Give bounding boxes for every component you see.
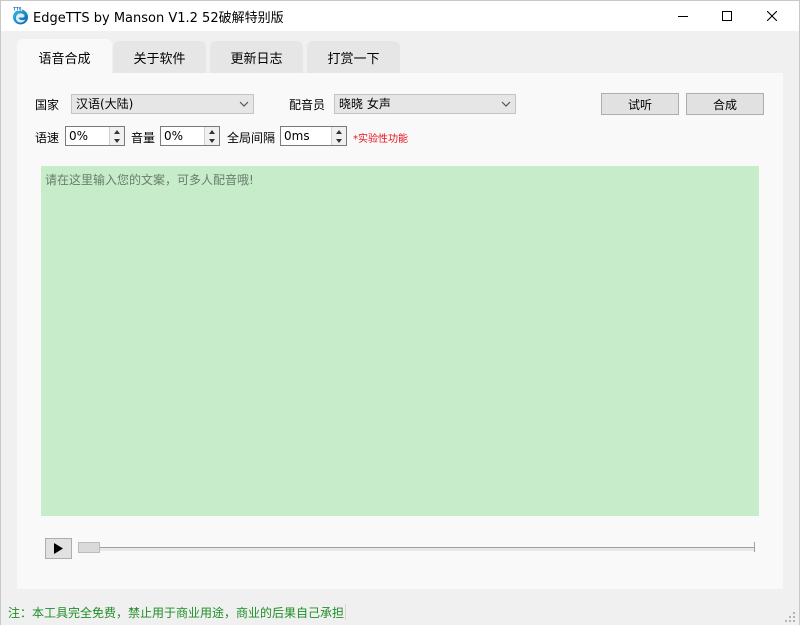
voice-select[interactable]: 晓晓 女声 [334,94,516,114]
status-bar: 注：本工具完全免费，禁止用于商业用途，商业的后果自己承担 [1,601,799,625]
country-label: 国家 [35,98,60,112]
caret-down-icon [114,138,120,143]
tab-about[interactable]: 关于软件 [113,41,206,74]
status-separator [345,604,346,620]
tab-donate[interactable]: 打赏一下 [307,41,400,74]
edge-tts-icon: TTS [13,7,28,25]
country-select-value: 汉语(大陆) [76,97,134,111]
gap-value: 0ms [284,129,310,143]
rate-increment-button[interactable] [110,127,124,136]
caret-up-icon [114,129,120,134]
volume-spin-buttons [204,127,219,145]
gap-stepper[interactable]: 0ms [280,126,347,146]
window-title: EdgeTTS by Manson V1.2 52破解特别版 [33,11,284,26]
caret-up-icon [336,129,342,134]
seek-end-tick [754,542,755,552]
caret-down-icon [209,138,215,143]
play-button[interactable] [45,538,72,559]
maximize-button[interactable] [704,1,750,31]
gap-decrement-button[interactable] [332,136,346,145]
seek-track[interactable] [79,547,755,551]
tab-changelog[interactable]: 更新日志 [210,41,303,74]
gap-increment-button[interactable] [332,127,346,136]
volume-label: 音量 [131,131,156,145]
minimize-icon [678,16,688,17]
synthesize-button[interactable]: 合成 [686,93,764,115]
status-message: 注：本工具完全免费，禁止用于商业用途，商业的后果自己承担 [8,606,345,620]
gap-label: 全局间隔 [227,131,276,145]
close-button[interactable] [749,1,795,31]
voice-select-value: 晓晓 女声 [339,97,391,111]
chevron-down-icon [501,101,511,107]
preview-button[interactable]: 试听 [601,93,679,115]
title-bar[interactable]: TTS EdgeTTS by Manson V1.2 52破解特别版 [1,1,799,31]
svg-text:TTS: TTS [13,7,22,12]
script-placeholder: 请在这里输入您的文案，可多人配音哦! [45,173,254,187]
volume-increment-button[interactable] [205,127,219,136]
volume-decrement-button[interactable] [205,136,219,145]
rate-value: 0% [69,129,89,143]
chevron-down-icon [239,101,249,107]
volume-stepper[interactable]: 0% [160,126,220,146]
resize-grip-icon[interactable] [784,611,795,622]
volume-value: 0% [164,129,184,143]
caret-up-icon [209,129,215,134]
gap-spin-buttons [331,127,346,145]
country-select[interactable]: 汉语(大陆) [71,94,254,114]
rate-decrement-button[interactable] [110,136,124,145]
seek-thumb[interactable] [78,542,100,553]
caret-down-icon [336,138,342,143]
rate-label: 语速 [35,131,60,145]
play-icon [54,543,63,554]
app-window: TTS EdgeTTS by Manson V1.2 52破解特别版 语音合成 … [0,0,800,625]
speech-synthesis-panel: 国家 汉语(大陆) 配音员 晓晓 女声 试听 合成 语速 0% 音量 0% 全局… [17,73,783,589]
experimental-note: *实验性功能 [353,134,408,145]
minimize-button[interactable] [660,1,706,31]
close-icon [767,11,777,21]
voice-label: 配音员 [289,98,326,112]
rate-stepper[interactable]: 0% [65,126,125,146]
tab-speech-synthesis[interactable]: 语音合成 [17,39,112,75]
rate-spin-buttons [109,127,124,145]
maximize-icon [722,11,732,21]
script-textarea[interactable]: 请在这里输入您的文案，可多人配音哦! [41,166,759,516]
